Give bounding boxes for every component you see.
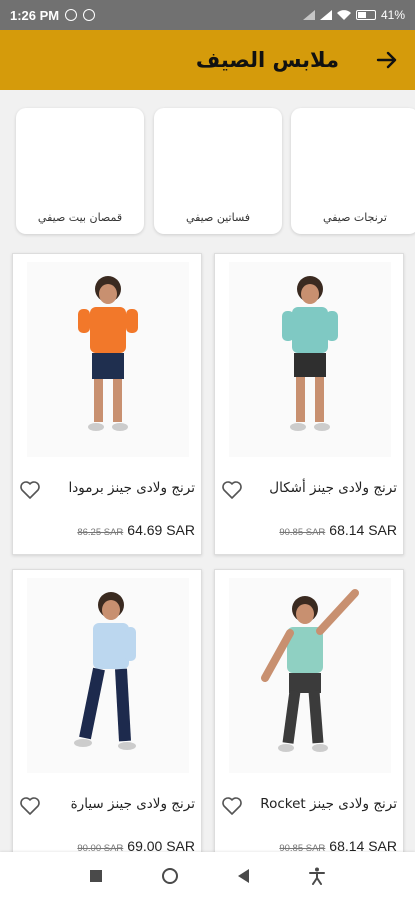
product-image[interactable] [27, 578, 189, 773]
product-image[interactable] [229, 578, 391, 773]
old-price: 90.85 SAR [279, 527, 326, 538]
recent-apps-button[interactable] [90, 870, 102, 882]
category-label: ترنجات صيفي [323, 211, 387, 224]
heart-icon[interactable] [221, 796, 243, 816]
product-photo [261, 589, 359, 752]
heart-icon[interactable] [221, 480, 243, 500]
back-button[interactable] [238, 869, 249, 883]
current-price: 64.69 SAR [127, 522, 195, 538]
status-time: 1:26 PM [10, 7, 60, 23]
product-name[interactable]: ترنج ولادى جينز برمودا [69, 480, 195, 496]
product-image[interactable] [27, 262, 189, 457]
arrow-right-icon[interactable] [375, 48, 399, 72]
battery-level: 41% [380, 8, 405, 22]
product-name[interactable]: ترنج ولادى جينز Rocket [260, 796, 397, 812]
product-photo [78, 276, 138, 431]
product-name[interactable]: ترنج ولادى جينز سيارة [71, 796, 195, 812]
price-row: 90.85 SAR 68.14 SAR [279, 522, 397, 538]
home-button[interactable] [162, 868, 178, 884]
product-card[interactable]: ترنج ولادى جينز Rocket 90.85 SAR 68.14 S… [214, 569, 404, 871]
category-card[interactable]: ترنجات صيفي [291, 108, 415, 234]
sync-icon [83, 9, 96, 21]
old-price: 86.25 SAR [77, 527, 124, 538]
category-label: قمصان بيت صيفي [37, 211, 123, 224]
category-card[interactable]: قمصان بيت صيفي [16, 108, 144, 234]
app-header: ملابس الصيف [0, 30, 415, 90]
notification-icon [65, 9, 78, 21]
product-photo [282, 276, 338, 431]
product-card[interactable]: ترنج ولادى جينز برمودا 86.25 SAR 64.69 S… [12, 253, 202, 555]
wifi-icon [336, 10, 351, 20]
accessibility-icon[interactable] [309, 867, 325, 885]
system-nav-bar [0, 852, 415, 900]
product-card[interactable]: ترنج ولادى جينز سيارة 90.00 SAR 69.00 SA… [12, 569, 202, 871]
product-name[interactable]: ترنج ولادى جينز أشكال [269, 480, 397, 496]
signal-icon [302, 10, 315, 20]
category-label: فساتين صيفي [185, 211, 251, 224]
price-row: 86.25 SAR 64.69 SAR [77, 522, 195, 538]
product-card[interactable]: ترنج ولادى جينز أشكال 90.85 SAR 68.14 SA… [214, 253, 404, 555]
category-strip[interactable]: ترنجات صيفي فساتين صيفي قمصان بيت صيفي [0, 96, 415, 244]
heart-icon[interactable] [19, 796, 41, 816]
signal-icon-2 [319, 10, 332, 20]
page-title: ملابس الصيف [195, 48, 339, 72]
status-bar: 1:26 PM 41% [0, 0, 415, 30]
product-image[interactable] [229, 262, 391, 457]
category-card[interactable]: فساتين صيفي [154, 108, 282, 234]
current-price: 68.14 SAR [329, 522, 397, 538]
product-photo [74, 592, 136, 750]
heart-icon[interactable] [19, 480, 41, 500]
battery-icon [355, 10, 376, 20]
